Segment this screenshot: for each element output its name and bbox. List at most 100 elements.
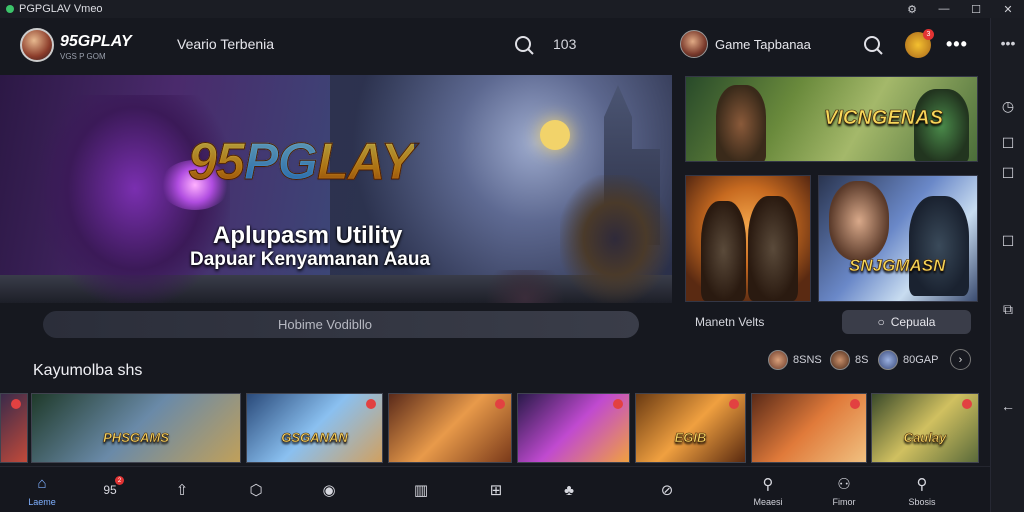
- hero-subtitle: Dapuar Kenyamanan Aaua: [190, 249, 431, 270]
- app-header: 95GPLAY VGS P GOM Veario Terbenia 103 Ga…: [0, 18, 990, 74]
- hero-title: Aplupasm Utility: [213, 222, 403, 249]
- game-card[interactable]: [751, 393, 867, 463]
- minimize-button[interactable]: —: [928, 0, 960, 18]
- game-card[interactable]: [517, 393, 630, 463]
- hero-figure-image: [909, 196, 969, 296]
- app-logo-icon: [6, 5, 14, 13]
- store-icon: ⊞: [489, 482, 503, 499]
- home-icon: ⌂: [37, 475, 47, 492]
- library-icon: ▥: [413, 482, 429, 499]
- game-carousel: PHSGAMS GSGANAN EGIB Caulay: [0, 393, 990, 463]
- nav-club[interactable]: ♣: [539, 467, 599, 512]
- warrior-character-image: [560, 175, 670, 303]
- more-menu-button[interactable]: •••: [946, 34, 968, 55]
- nav-store[interactable]: ⊞: [466, 467, 526, 512]
- nav-title[interactable]: Veario Terbenia: [177, 36, 274, 52]
- nav-profile[interactable]: ⚇ Fimor: [814, 467, 874, 512]
- upload-icon: ⇧: [175, 482, 189, 499]
- hero-logo: 95PGLAY: [188, 133, 416, 192]
- record-icon: ◉: [322, 482, 336, 499]
- badge-dot: [850, 399, 860, 409]
- hero-figure-image: [748, 196, 798, 301]
- badge-dot: [962, 399, 972, 409]
- nav-label: Laeme: [28, 496, 56, 507]
- window-controls: ⚙ — ☐ ✕: [896, 0, 1024, 18]
- cepuala-button[interactable]: ○ Cepuala: [842, 310, 971, 334]
- nav-settings[interactable]: ⚲ Sbosis: [892, 467, 952, 512]
- nav-compass[interactable]: ⊘: [637, 467, 697, 512]
- nav-box[interactable]: ⬡: [226, 467, 286, 512]
- game-card-title: PHSGAMS: [103, 430, 169, 446]
- game-label[interactable]: Game Tapbanaa: [715, 37, 811, 52]
- nav-record[interactable]: ◉: [299, 467, 359, 512]
- button-label: Cepuala: [890, 315, 936, 329]
- square-icon[interactable]: ☐: [1000, 135, 1016, 151]
- game-card[interactable]: [0, 393, 28, 463]
- notification-badge: 2: [115, 476, 124, 485]
- brand-subtitle: VGS P GOM: [60, 52, 106, 61]
- nav-upload[interactable]: ⇧: [152, 467, 212, 512]
- stat-item[interactable]: 8S: [830, 348, 868, 372]
- chevron-right-icon[interactable]: ›: [950, 349, 971, 370]
- promo-tile-left[interactable]: [685, 175, 811, 302]
- back-arrow-icon[interactable]: ←: [1000, 398, 1016, 414]
- stat-value: 8S: [855, 354, 869, 366]
- promo-tile-top[interactable]: VICNGENAS: [685, 76, 978, 162]
- game-card[interactable]: PHSGAMS: [31, 393, 241, 463]
- search-icon: ⚲: [762, 475, 774, 493]
- notification-badge: 3: [923, 29, 934, 40]
- stat-item[interactable]: 8SNS: [768, 348, 822, 372]
- game-card-title: Caulay: [903, 430, 947, 446]
- hero-face-image: [829, 181, 889, 261]
- game-avatar[interactable]: [680, 30, 708, 58]
- badge-dot: [495, 399, 505, 409]
- stat-item[interactable]: 80GAP: [878, 348, 938, 372]
- nav-search[interactable]: ⚲ Meaesi: [738, 467, 798, 512]
- medal-icon[interactable]: 3: [905, 29, 934, 58]
- nav-label[interactable]: Manetn Velts: [695, 315, 764, 329]
- compass-icon: ⊘: [660, 482, 674, 499]
- circle-icon: ○: [877, 315, 885, 329]
- title-bar: PGPGLAV Vmeo ⚙ — ☐ ✕: [0, 0, 1024, 18]
- tile-title: VICNGENAS: [824, 107, 944, 130]
- history-icon[interactable]: ◷: [1000, 98, 1016, 114]
- game-card-title: GSGANAN: [281, 430, 348, 446]
- square-icon[interactable]: ☐: [1000, 233, 1016, 249]
- search-icon: ⚲: [916, 475, 928, 493]
- game-card[interactable]: EGIB: [635, 393, 746, 463]
- search-icon[interactable]: [513, 34, 535, 56]
- box-icon: ⬡: [249, 482, 263, 499]
- stat-value: 8SNS: [793, 354, 822, 366]
- brand-name[interactable]: 95GPLAY: [60, 33, 132, 51]
- moon-graphic: [540, 120, 570, 150]
- promo-tile-right[interactable]: SNJGMASN: [818, 175, 978, 302]
- app-window: PGPGLAV Vmeo ⚙ — ☐ ✕ 95GPLAY VGS P GOM V…: [0, 0, 1024, 512]
- copy-icon[interactable]: ⧉: [1000, 301, 1016, 317]
- settings-icon[interactable]: ⚙: [896, 0, 928, 18]
- game-card[interactable]: GSGANAN: [246, 393, 383, 463]
- brand-avatar[interactable]: [20, 28, 54, 62]
- hero-figure-image: [716, 85, 766, 161]
- stat-value: 80GAP: [903, 354, 939, 366]
- search-count: 103: [553, 36, 577, 52]
- hero-figure-image: [701, 201, 746, 301]
- window-title: PGPGLAV Vmeo: [19, 3, 103, 15]
- section-title: Kayumolba shs: [33, 362, 143, 379]
- game-card[interactable]: Caulay: [871, 393, 979, 463]
- nav-label: Fimor: [832, 496, 856, 507]
- maximize-button[interactable]: ☐: [960, 0, 992, 18]
- square-icon[interactable]: ☐: [1000, 165, 1016, 181]
- search-placeholder: Hobime Vodibllo: [278, 317, 372, 332]
- search-input[interactable]: Hobime Vodibllo: [43, 311, 639, 338]
- game-card[interactable]: [388, 393, 512, 463]
- badge-dot: [11, 399, 21, 409]
- more-icon[interactable]: •••: [1000, 35, 1016, 51]
- badge-dot: [613, 399, 623, 409]
- nav-library[interactable]: ▥: [391, 467, 451, 512]
- search-icon[interactable]: [862, 34, 884, 56]
- nav-home[interactable]: ⌂ Laeme: [12, 467, 72, 512]
- profile-icon: ⚇: [837, 475, 851, 493]
- close-button[interactable]: ✕: [992, 0, 1024, 18]
- avatar: [768, 350, 788, 370]
- nav-games[interactable]: 95 2: [80, 467, 140, 512]
